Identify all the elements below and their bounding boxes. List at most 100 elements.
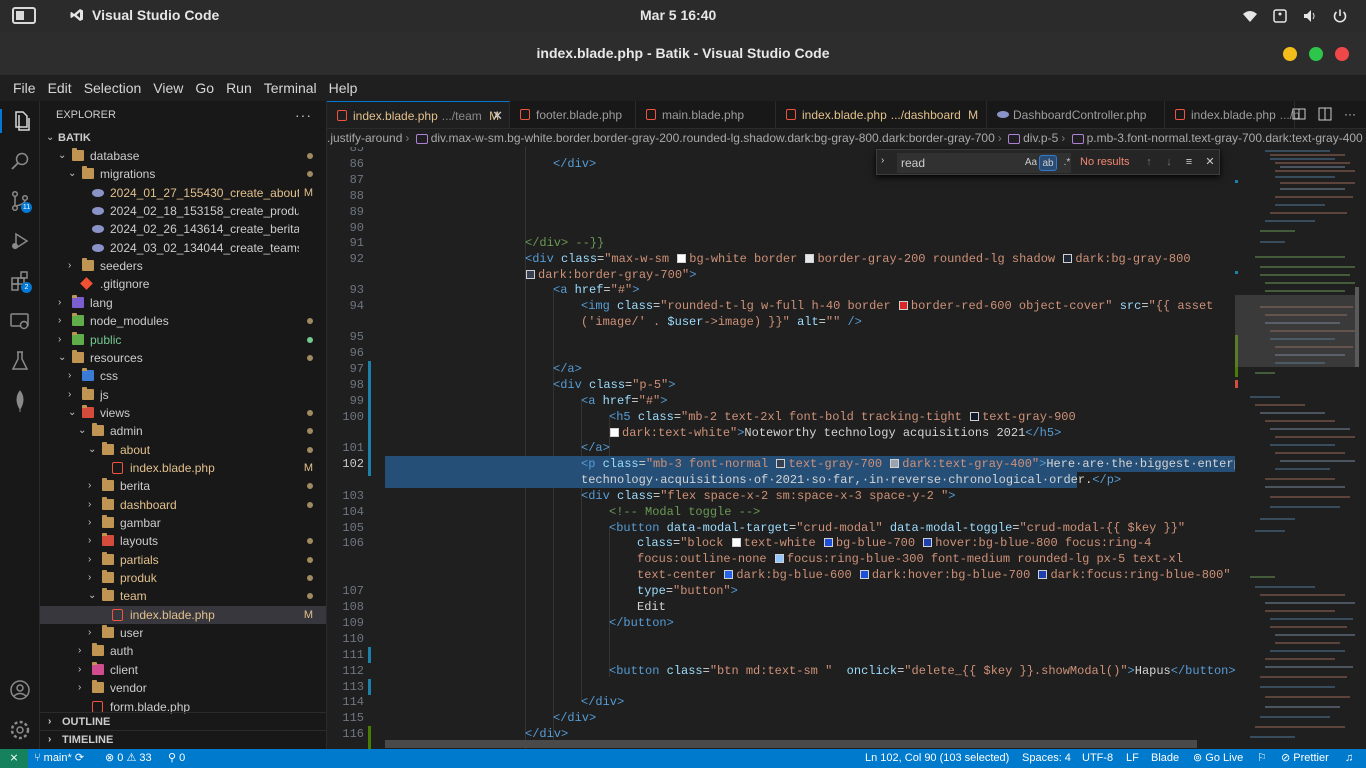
menu-selection[interactable]: Selection bbox=[78, 80, 148, 96]
folder-item[interactable]: ⌄ admin bbox=[40, 422, 326, 440]
system-tray[interactable] bbox=[1242, 8, 1348, 24]
notifications-bell-icon[interactable]: ♫ bbox=[1345, 749, 1353, 768]
file-item[interactable]: 2024_01_27_155430_create_about_us... M bbox=[40, 184, 326, 202]
folder-item[interactable]: ⌄ views bbox=[40, 404, 326, 422]
eol-setting[interactable]: LF bbox=[1126, 749, 1139, 768]
match-whole-word-button[interactable]: ab bbox=[1039, 155, 1057, 171]
horizontal-scrollbar[interactable] bbox=[385, 740, 1197, 748]
folder-item[interactable]: › layouts bbox=[40, 532, 326, 550]
remote-explorer-icon[interactable] bbox=[8, 309, 32, 333]
timeline-section[interactable]: › TIMELINE bbox=[40, 730, 326, 748]
tab-main[interactable]: main.blade.php bbox=[636, 101, 776, 128]
close-tab-icon[interactable]: ✕ bbox=[492, 102, 503, 128]
folder-item[interactable]: › public bbox=[40, 331, 326, 349]
folder-item[interactable]: › partials bbox=[40, 551, 326, 569]
folder-item[interactable]: › user bbox=[40, 624, 326, 642]
run-debug-icon[interactable] bbox=[8, 229, 32, 253]
indentation-setting[interactable]: Spaces: 4 bbox=[1022, 749, 1071, 768]
find-in-selection-icon[interactable]: ≡ bbox=[1182, 155, 1196, 169]
accessibility-icon[interactable] bbox=[1272, 8, 1288, 24]
close-window-button[interactable] bbox=[1335, 47, 1349, 61]
menu-view[interactable]: View bbox=[147, 80, 189, 96]
minimap[interactable] bbox=[1235, 147, 1366, 749]
feedback-icon[interactable]: ⚐ bbox=[1257, 749, 1267, 768]
outline-section[interactable]: › OUTLINE bbox=[40, 712, 326, 730]
testing-icon[interactable] bbox=[8, 349, 32, 373]
prettier-status[interactable]: ⊘ Prettier bbox=[1281, 749, 1329, 768]
os-app-name[interactable]: Visual Studio Code bbox=[92, 7, 219, 23]
next-match-icon[interactable]: ↓ bbox=[1162, 155, 1176, 169]
settings-gear-icon[interactable] bbox=[8, 718, 32, 742]
folder-item[interactable]: › seeders bbox=[40, 257, 326, 275]
wifi-icon[interactable] bbox=[1242, 8, 1258, 24]
previous-match-icon[interactable]: ↑ bbox=[1142, 155, 1156, 169]
file-item[interactable]: index.blade.php M bbox=[40, 605, 326, 624]
gutter-added-indicator[interactable] bbox=[368, 726, 371, 749]
window-title-bar[interactable]: index.blade.php - Batik - Visual Studio … bbox=[0, 32, 1366, 75]
account-icon[interactable] bbox=[8, 678, 32, 702]
tab-b-index[interactable]: index.blade.php .../b bbox=[1165, 101, 1300, 128]
toggle-replace-icon[interactable]: › bbox=[881, 155, 891, 166]
menu-terminal[interactable]: Terminal bbox=[258, 80, 323, 96]
problems-indicator[interactable]: ⊗ 0 ⚠ 33 bbox=[105, 749, 152, 768]
mongodb-leaf-icon[interactable] bbox=[8, 389, 32, 413]
breadcrumb-item[interactable]: div.p-5 bbox=[1023, 129, 1058, 147]
file-item[interactable]: 2024_02_18_153158_create_produk_image... bbox=[40, 202, 326, 220]
menu-help[interactable]: Help bbox=[323, 80, 364, 96]
folder-item[interactable]: › client bbox=[40, 661, 326, 679]
go-live-button[interactable]: ⊚ Go Live bbox=[1193, 749, 1243, 768]
folder-item[interactable]: › berita bbox=[40, 477, 326, 495]
folder-item[interactable]: › node_modules bbox=[40, 312, 326, 330]
language-mode[interactable]: Blade bbox=[1151, 749, 1179, 768]
file-item[interactable]: 2024_02_26_143614_create_beritas_table..… bbox=[40, 220, 326, 238]
workspace-root[interactable]: ⌄ BATIK bbox=[40, 129, 326, 147]
file-item[interactable]: index.blade.php M bbox=[40, 459, 326, 477]
breadcrumb-item[interactable]: .justify-around bbox=[327, 129, 402, 147]
encoding-setting[interactable]: UTF-8 bbox=[1082, 749, 1113, 768]
cursor-position[interactable]: Ln 102, Col 90 (103 selected) bbox=[865, 749, 1009, 768]
tab-team-index[interactable]: index.blade.php .../team M ✕ bbox=[327, 101, 510, 128]
gutter-modified-indicator[interactable] bbox=[368, 679, 371, 695]
menu-edit[interactable]: Edit bbox=[42, 80, 78, 96]
folder-item[interactable]: › produk bbox=[40, 569, 326, 587]
menu-file[interactable]: File bbox=[7, 80, 42, 96]
folder-item[interactable]: › dashboard bbox=[40, 496, 326, 514]
ports-indicator[interactable]: ⚲ 0 bbox=[168, 749, 185, 768]
menu-go[interactable]: Go bbox=[189, 80, 220, 96]
file-item[interactable]: 2024_03_02_134044_create_teams_table.... bbox=[40, 239, 326, 257]
maximize-button[interactable] bbox=[1309, 47, 1323, 61]
branch-indicator[interactable]: ⑂ main* ⟳ bbox=[34, 749, 84, 768]
folder-item[interactable]: › js bbox=[40, 386, 326, 404]
folder-item[interactable]: ⌄ migrations bbox=[40, 165, 326, 183]
split-editor-icon[interactable] bbox=[1318, 107, 1332, 121]
menu-run[interactable]: Run bbox=[220, 80, 258, 96]
minimize-button[interactable] bbox=[1283, 47, 1297, 61]
use-regex-button[interactable]: .* bbox=[1058, 155, 1076, 171]
folder-item[interactable]: › vendor bbox=[40, 679, 326, 697]
source-control-icon[interactable]: 11 bbox=[8, 189, 32, 213]
code-editor[interactable]: 85 86 87 88 89 90 91 92 93 94 95 96 97 9… bbox=[327, 147, 1235, 749]
os-clock[interactable]: Mar 5 16:40 bbox=[640, 7, 716, 23]
folder-item[interactable]: › lang bbox=[40, 294, 326, 312]
folder-item[interactable]: ⌄ team bbox=[40, 587, 326, 605]
power-icon[interactable] bbox=[1332, 8, 1348, 24]
remote-indicator-icon[interactable]: ⨯ bbox=[0, 749, 28, 768]
file-item[interactable]: .gitignore bbox=[40, 275, 326, 293]
folder-item[interactable]: ⌄ about bbox=[40, 441, 326, 459]
tab-dashboard-index[interactable]: index.blade.php .../dashboard M bbox=[776, 101, 987, 128]
minimap-viewport[interactable] bbox=[1235, 295, 1355, 367]
more-actions-icon[interactable]: ··· bbox=[1344, 107, 1358, 121]
match-case-button[interactable]: Aa bbox=[1022, 155, 1040, 171]
tab-dashboard-controller[interactable]: DashboardController.php bbox=[987, 101, 1165, 128]
search-icon[interactable] bbox=[8, 149, 32, 173]
folder-item[interactable]: ⌄ database bbox=[40, 147, 326, 165]
folder-item[interactable]: › gambar bbox=[40, 514, 326, 532]
folder-item[interactable]: ⌄ resources bbox=[40, 349, 326, 367]
close-find-icon[interactable]: ✕ bbox=[1203, 155, 1217, 169]
activities-icon[interactable] bbox=[12, 7, 36, 24]
gutter-modified-indicator[interactable] bbox=[368, 361, 371, 476]
breadcrumb-item[interactable]: p.mb-3.font-normal.text-gray-700.dark:te… bbox=[1087, 129, 1363, 147]
tab-footer[interactable]: footer.blade.php bbox=[510, 101, 636, 128]
more-actions-icon[interactable]: ··· bbox=[295, 101, 312, 129]
folder-item[interactable]: › auth bbox=[40, 642, 326, 660]
